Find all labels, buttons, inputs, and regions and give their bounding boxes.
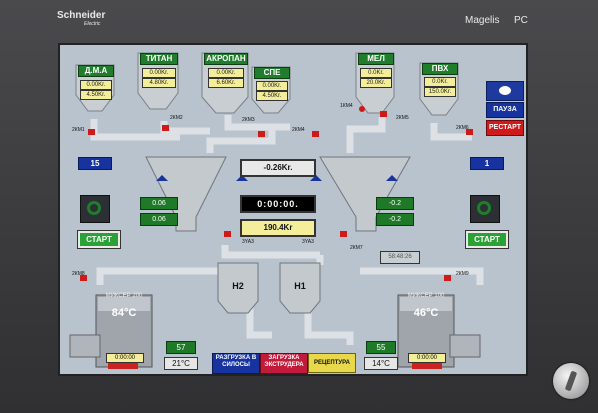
silo-weight-pvh: 0.0Kr. (424, 77, 456, 87)
right-start-button[interactable]: СТАРТ (465, 230, 509, 249)
eye-icon (499, 86, 511, 95)
silo-setpoint-pvh: 150.0Kr. (424, 87, 456, 97)
magelis-suffix: PC (514, 15, 528, 26)
key-slot-icon (564, 370, 578, 392)
silo-setpoint-dma: 4.50Kr. (80, 90, 112, 100)
clock-display: 58:48:26 (380, 251, 420, 264)
left-mixer-set-temp: 21°C (164, 357, 198, 370)
right-mixer-label: МИКСЕР 100 (407, 293, 445, 299)
valve-2km3-label[interactable]: 2КМ3 (242, 117, 255, 123)
valve-2km5-label[interactable]: 2КМ5 (396, 115, 409, 121)
silo-setpoint-spe: 4.50Kr. (256, 91, 288, 101)
logo-badge (486, 81, 524, 101)
valve-3ya3-right-label[interactable]: 3YA3 (302, 239, 314, 245)
valve-2km9-label[interactable]: 2КМ9 (456, 271, 469, 277)
silo-weight-titan: 0.00Kr. (142, 68, 176, 78)
silo-setpoint-akropan: 6.60Kr. (208, 78, 244, 88)
silo-label-dma: Д.М.А (78, 65, 114, 77)
right-mixer-temperature: 46°C (413, 307, 439, 319)
right-scale-value-a: -0.2 (376, 197, 414, 210)
left-mixer-label: МИКСЕР 200 (105, 293, 143, 299)
left-start-button[interactable]: СТАРТ (77, 230, 121, 249)
motor-dial-icon (87, 201, 101, 215)
batch-timer-display: 0:00:00. (240, 195, 316, 213)
hopper-h1-label: Н1 (294, 281, 306, 291)
motor-dial-icon (477, 201, 491, 215)
left-mixer-count: 57 (166, 341, 196, 354)
left-scale-value-b: 0.06 (140, 213, 178, 226)
silo-label-titan: ТИТАН (140, 53, 178, 65)
restart-button[interactable]: РЕСТАРТ (486, 120, 524, 136)
silo-weight-akropan: 0.00Kr. (208, 68, 244, 78)
right-batch-counter: 1 (470, 157, 504, 170)
left-mixer-temperature: 84°C (111, 307, 137, 319)
left-scale-value-a: 0.06 (140, 197, 178, 210)
magelis-label: Magelis (465, 15, 500, 26)
hmi-screen: Д.М.А 0.00Kr. 4.50Kr. ТИТАН 0.00Kr. 4.80… (58, 43, 528, 376)
valve-1km4-label[interactable]: 1КМ4 (340, 103, 353, 109)
left-motor-icon[interactable] (80, 195, 110, 223)
schneider-logo-sub: Electric (84, 21, 101, 27)
left-batch-counter: 15 (78, 157, 112, 170)
valve-2km8-label[interactable]: 2КМ8 (72, 271, 85, 277)
valve-3ya3-left-label[interactable]: 3YA3 (242, 239, 254, 245)
silo-weight-spe: 0.00Kr. (256, 81, 288, 91)
right-mixer-set-temp: 14°C (364, 357, 398, 370)
load-extruder-button[interactable]: ЗАГРУЗКА ЭКСТРУДЕРА (260, 353, 308, 374)
unload-to-silos-button[interactable]: РАЗГРУЗКА В СИЛОСЫ (212, 353, 260, 374)
silo-label-spe: СПЕ (254, 67, 290, 79)
pause-button[interactable]: ПАУЗА (486, 102, 524, 118)
valve-2km6-label[interactable]: 2КМ6 (456, 125, 469, 131)
valve-2km1-label[interactable]: 2КМ1 (72, 127, 85, 133)
left-mixer-timer: 0:00:00 (106, 353, 144, 363)
silo-weight-dma: 0.00Kr. (80, 80, 112, 90)
silo-setpoint-titan: 4.80Kr. (142, 78, 176, 88)
right-motor-icon[interactable] (470, 195, 500, 223)
right-mixer-timer: 0:00:00 (408, 353, 446, 363)
silo-label-pvh: ПВХ (422, 63, 458, 75)
right-mixer-count: 55 (366, 341, 396, 354)
total-weight-display: 190.4Kr (240, 219, 316, 237)
power-key-icon[interactable] (553, 363, 589, 399)
recipe-button[interactable]: РЕЦЕПТУРА (308, 353, 356, 373)
silo-setpoint-mel: 20.0Kr. (360, 78, 392, 88)
hopper-h2-label: Н2 (232, 281, 244, 291)
valve-2km2-label[interactable]: 2КМ2 (170, 115, 183, 121)
silo-label-akropan: АКРОПАН (204, 53, 248, 65)
valve-2km7-label[interactable]: 2КМ7 (350, 245, 363, 251)
right-scale-value-b: -0.2 (376, 213, 414, 226)
schneider-logo: Schneider (57, 10, 106, 21)
silo-weight-mel: 0.0Kr. (360, 68, 392, 78)
valve-2km4-label[interactable]: 2КМ4 (292, 127, 305, 133)
current-weight-display: -0.26Kr. (240, 159, 316, 177)
silo-label-mel: МЕЛ (358, 53, 394, 65)
